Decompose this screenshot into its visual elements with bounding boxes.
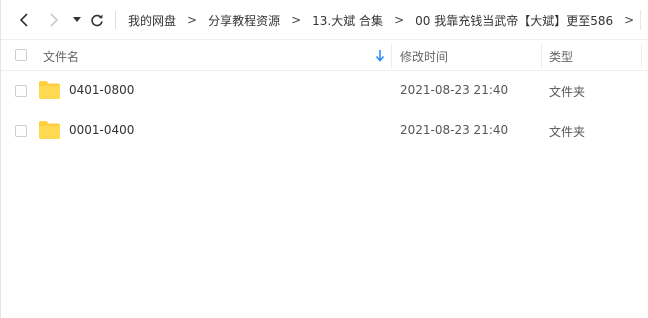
breadcrumb-scroll-edge: [640, 10, 648, 30]
column-divider[interactable]: [391, 44, 392, 68]
file-type: 文件夹: [549, 85, 586, 99]
breadcrumb-item-my-drive[interactable]: 我的网盘: [128, 12, 176, 29]
column-header-type[interactable]: 类型: [549, 48, 573, 65]
file-row[interactable]: 0401-0800 2021-08-23 21:40 文件夹: [1, 71, 648, 111]
column-divider[interactable]: [641, 44, 642, 68]
breadcrumb-chevron-icon[interactable]: >: [624, 13, 634, 27]
caret-down-icon: [73, 17, 81, 22]
file-modified: 2021-08-23 21:40: [400, 83, 509, 97]
row-checkbox[interactable]: [15, 85, 27, 97]
folder-icon: [39, 121, 60, 139]
sort-down-icon[interactable]: [375, 49, 385, 63]
row-checkbox[interactable]: [15, 125, 27, 137]
toolbar: 我的网盘 > 分享教程资源 > 13.大斌 合集 > 00 我靠充钱当武帝【大斌…: [1, 0, 648, 40]
breadcrumb-item-shared-tutorials[interactable]: 分享教程资源: [208, 12, 280, 29]
back-button[interactable]: [15, 10, 33, 30]
file-name[interactable]: 0401-0800: [69, 83, 134, 97]
column-header-modified[interactable]: 修改时间: [400, 48, 448, 65]
folder-icon: [39, 81, 60, 99]
file-name[interactable]: 0001-0400: [69, 123, 134, 137]
toolbar-separator: [115, 11, 116, 29]
breadcrumb-item-collection[interactable]: 13.大斌 合集: [312, 12, 383, 29]
breadcrumb-chevron-icon: >: [291, 13, 302, 27]
chevron-left-icon: [19, 13, 28, 27]
refresh-button[interactable]: [89, 10, 105, 30]
history-dropdown-button[interactable]: [71, 10, 83, 30]
file-list-header: 文件名 修改时间 类型: [1, 40, 648, 71]
select-all-checkbox[interactable]: [15, 49, 27, 61]
column-divider[interactable]: [541, 44, 542, 68]
breadcrumb-item-current-folder[interactable]: 00 我靠充钱当武帝【大斌】更至586: [415, 12, 613, 29]
file-type: 文件夹: [549, 125, 586, 139]
refresh-icon: [91, 14, 103, 27]
file-browser-window: 我的网盘 > 分享教程资源 > 13.大斌 合集 > 00 我靠充钱当武帝【大斌…: [0, 0, 648, 318]
breadcrumb: 我的网盘 > 分享教程资源 > 13.大斌 合集 > 00 我靠充钱当武帝【大斌…: [128, 0, 645, 40]
breadcrumb-chevron-icon: >: [394, 13, 405, 27]
chevron-right-icon: [50, 13, 59, 27]
file-modified: 2021-08-23 21:40: [400, 123, 509, 137]
forward-button[interactable]: [45, 10, 63, 30]
file-row[interactable]: 0001-0400 2021-08-23 21:40 文件夹: [1, 111, 648, 151]
breadcrumb-chevron-icon: >: [187, 13, 198, 27]
column-header-name[interactable]: 文件名: [43, 48, 79, 65]
